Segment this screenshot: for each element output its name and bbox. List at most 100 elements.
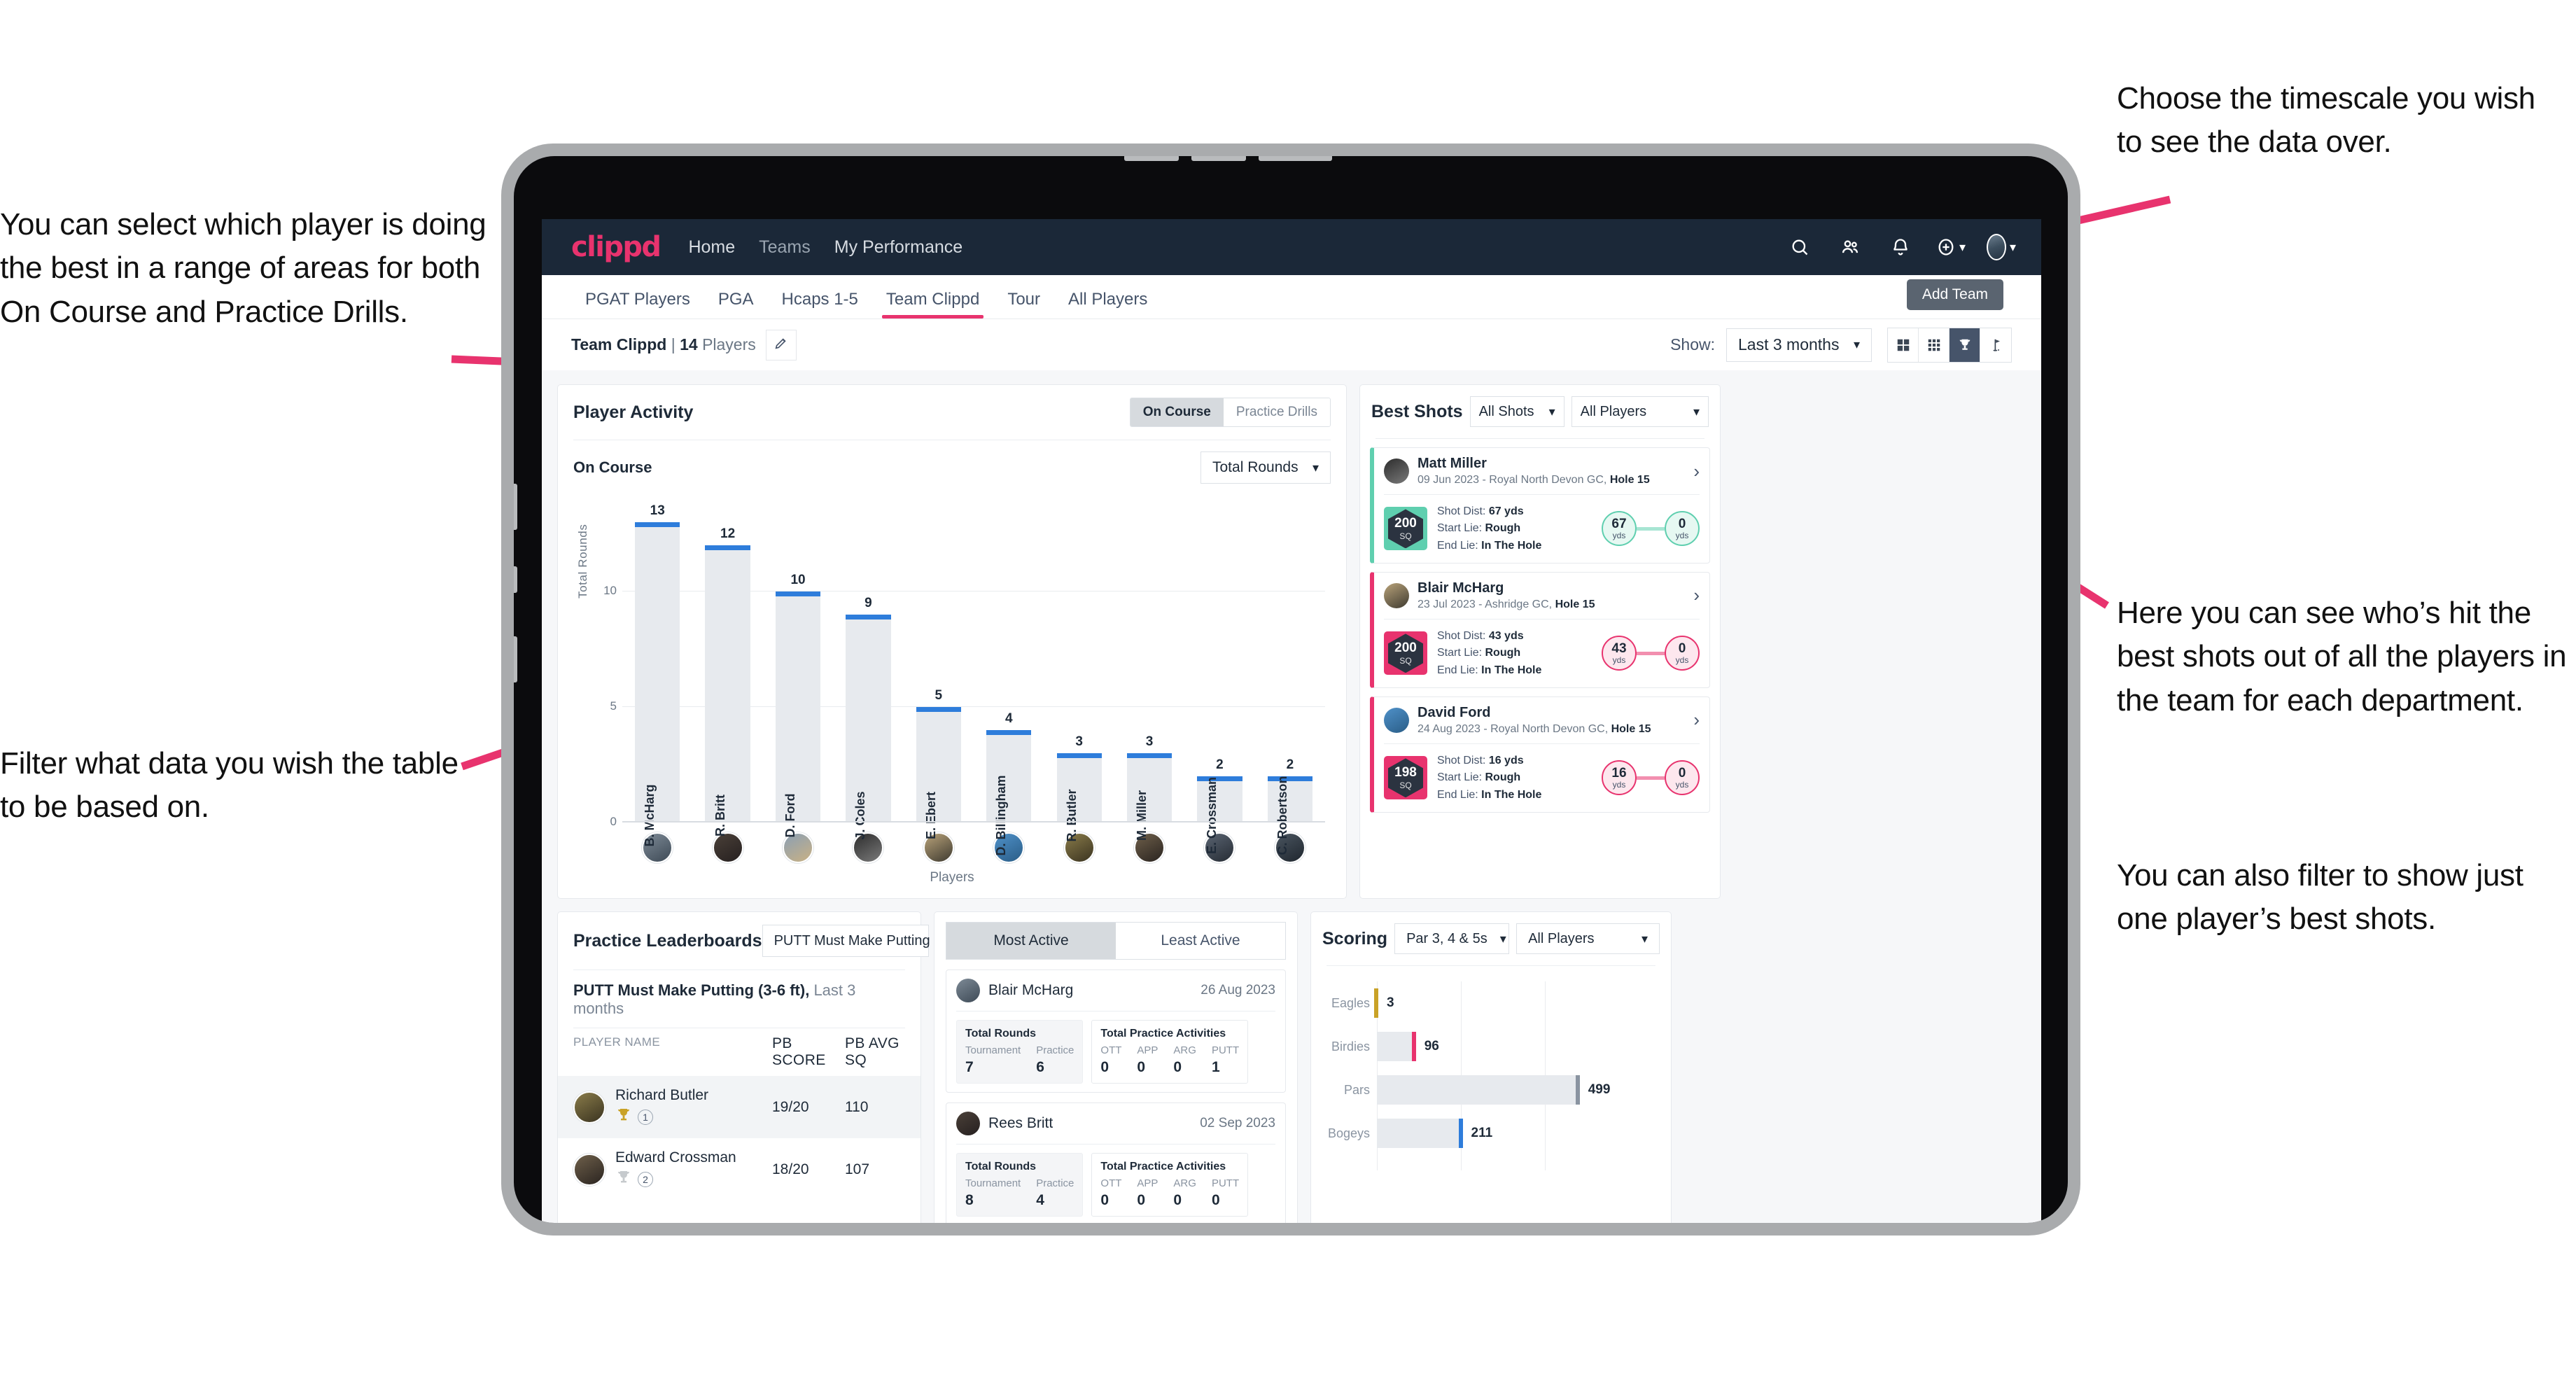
best-shot-card[interactable]: David Ford 24 Aug 2023 - Royal North Devo…: [1370, 696, 1710, 813]
chevron-right-icon[interactable]: ›: [1686, 709, 1700, 731]
grid-large-icon[interactable]: [1888, 328, 1919, 362]
scoring-player-select[interactable]: All Players ▾: [1516, 923, 1660, 954]
chevron-right-icon[interactable]: ›: [1686, 461, 1700, 482]
player-avatar-slot[interactable]: [763, 832, 833, 863]
scoring-par-select[interactable]: Par 3, 4 & 5s ▾: [1394, 923, 1510, 954]
shot-start-marker: 43 yds: [1602, 636, 1637, 671]
bar-category-label: D. Billingham: [994, 775, 1009, 856]
category-tab-bar: PGAT Players PGA Hcaps 1-5 Team Clippd T…: [542, 275, 2041, 318]
segment-on-course[interactable]: On Course: [1130, 398, 1224, 426]
chart-bar[interactable]: D. Ford: [775, 592, 821, 838]
nav-link-teams[interactable]: Teams: [759, 237, 811, 258]
bell-icon[interactable]: [1886, 232, 1915, 262]
best-shot-card[interactable]: Blair McHarg 23 Jul 2023 - Ashridge GC, H…: [1370, 571, 1710, 688]
tab-all-players[interactable]: All Players: [1054, 290, 1161, 318]
player-activity-chart: Total Rounds 0 5 10 13 B. McHarg 12 R. Brit…: [573, 493, 1331, 856]
leaderboard-pb-score: 19/20: [772, 1098, 809, 1115]
tab-tour[interactable]: Tour: [993, 290, 1054, 318]
shot-start-value: 16: [1611, 765, 1627, 780]
scoring-bar[interactable]: [1377, 1119, 1463, 1148]
activity-date: 26 Aug 2023: [1200, 983, 1275, 997]
activity-player-card[interactable]: Blair McHarg 26 Aug 2023 Total Rounds Tourn…: [946, 969, 1286, 1093]
best-shots-player-select[interactable]: All Players ▾: [1571, 396, 1709, 427]
scoring-value-label: 3: [1387, 995, 1394, 1010]
on-course-practice-toggle: On Course Practice Drills: [1129, 398, 1331, 427]
chart-bar[interactable]: R. Butler: [1056, 753, 1102, 842]
scoring-value-label: 499: [1588, 1082, 1611, 1097]
y-tick-5: 5: [610, 699, 617, 713]
device-button-top-2: [1191, 156, 1246, 161]
shot-quality-unit: SQ: [1399, 655, 1412, 666]
tablet-bezel: clippd Home Teams My Performance ▾ ▾ PGA…: [514, 156, 2068, 1223]
nav-link-home[interactable]: Home: [688, 237, 735, 258]
shot-end-unit: yds: [1675, 530, 1689, 540]
hexagon-icon: 200 SQ: [1388, 509, 1423, 549]
shot-end-marker: 0 yds: [1665, 760, 1700, 796]
chevron-right-icon[interactable]: ›: [1686, 584, 1700, 606]
dashboard-row-top: Player Activity On Course Practice Drill…: [557, 384, 2026, 899]
chart-bar[interactable]: D. Billingham: [986, 730, 1032, 856]
tab-most-active[interactable]: Most Active: [946, 923, 1116, 959]
plus-circle-icon[interactable]: ▾: [1936, 232, 1966, 262]
chart-bar[interactable]: E. Crossman: [1197, 776, 1242, 854]
trophy-icon[interactable]: [1949, 328, 1980, 362]
player-avatar-slot[interactable]: [692, 832, 762, 863]
best-shot-hole: Hole 15: [1611, 722, 1651, 735]
chart-bar[interactable]: M. Miller: [1126, 753, 1172, 841]
clippd-logo[interactable]: clippd: [571, 231, 662, 263]
stat-value: 8: [965, 1192, 974, 1208]
player-avatar-slot[interactable]: [833, 832, 903, 863]
player-avatar-slot[interactable]: [1114, 832, 1184, 863]
leaderboard-row[interactable]: Richard Butler 1 19/20 110: [558, 1076, 920, 1138]
shot-start-marker: 67 yds: [1602, 511, 1637, 547]
search-icon[interactable]: [1785, 232, 1814, 262]
chevron-down-icon: ▾: [1499, 931, 1506, 946]
player-avatar-slot[interactable]: [622, 832, 692, 863]
segment-practice-drills[interactable]: Practice Drills: [1223, 398, 1330, 426]
team-subheader: Team Clippd | 14 Players Show: Last 3 mo…: [542, 318, 2041, 370]
avatar: [573, 1091, 606, 1124]
best-shots-type-select[interactable]: All Shots ▾: [1469, 396, 1564, 427]
metric-select[interactable]: Total Rounds ▾: [1200, 451, 1331, 484]
chart-bar[interactable]: J. Coles: [846, 615, 891, 840]
nav-link-my-performance[interactable]: My Performance: [834, 237, 962, 258]
chart-bar[interactable]: E. Ebert: [916, 707, 962, 839]
edit-team-button[interactable]: [765, 329, 797, 360]
annotation-filter-table: Filter what data you wish the table to b…: [0, 746, 458, 825]
drill-select[interactable]: PUTT Must Make Putting ... ▾: [762, 925, 965, 957]
timescale-select[interactable]: Last 3 months ▾: [1726, 328, 1872, 362]
avatar-icon[interactable]: ▾: [1987, 232, 2016, 262]
stat-key: Practice: [1036, 1177, 1074, 1189]
best-shot-card[interactable]: Matt Miller 09 Jun 2023 - Royal North Dev…: [1370, 447, 1710, 564]
bar-value-label: 3: [1145, 734, 1154, 749]
player-activity-header: Player Activity On Course Practice Drill…: [558, 385, 1346, 440]
scoring-bar[interactable]: [1377, 1075, 1580, 1105]
chart-bar[interactable]: R. Britt: [705, 545, 750, 836]
best-shot-hole: Hole 15: [1609, 474, 1650, 486]
player-avatar-slot[interactable]: [974, 832, 1044, 863]
grid-small-icon[interactable]: [1919, 328, 1949, 362]
leaderboard-row[interactable]: Edward Crossman 2 18/20 107: [558, 1138, 920, 1200]
tab-team-clippd[interactable]: Team Clippd: [872, 290, 993, 318]
tab-pga[interactable]: PGA: [704, 290, 768, 318]
bar-category-label: B. McHarg: [643, 784, 657, 847]
stat-value: 0: [1211, 1192, 1220, 1208]
tab-hcaps-1-5[interactable]: Hcaps 1-5: [768, 290, 872, 318]
best-shot-body: 200 SQ Shot Dist: 43 yds Start Lie: Rough En…: [1374, 620, 1709, 687]
leaderboard-player-name: Richard Butler: [615, 1087, 709, 1103]
activity-player-card[interactable]: Rees Britt 02 Sep 2023 Total Rounds Tournam…: [946, 1102, 1286, 1223]
shot-end-unit: yds: [1675, 654, 1689, 665]
total-practice-title: Total Practice Activities: [1100, 1028, 1226, 1040]
scoring-bar[interactable]: [1377, 1032, 1416, 1061]
flag-icon[interactable]: [1980, 328, 2011, 362]
chart-bar[interactable]: B. McHarg: [635, 522, 680, 847]
chevron-down-icon: ▾: [1853, 337, 1860, 351]
people-icon[interactable]: [1835, 232, 1865, 262]
bar-category-label: M. Miller: [1135, 790, 1149, 841]
add-team-tooltip: Add Team: [1906, 279, 2003, 310]
tab-least-active[interactable]: Least Active: [1116, 923, 1285, 959]
scoring-bar[interactable]: [1374, 988, 1378, 1018]
chart-bar[interactable]: C. Robertson: [1267, 776, 1313, 855]
player-avatar-slot[interactable]: [1184, 832, 1254, 863]
tab-pgat-players[interactable]: PGAT Players: [571, 290, 704, 318]
